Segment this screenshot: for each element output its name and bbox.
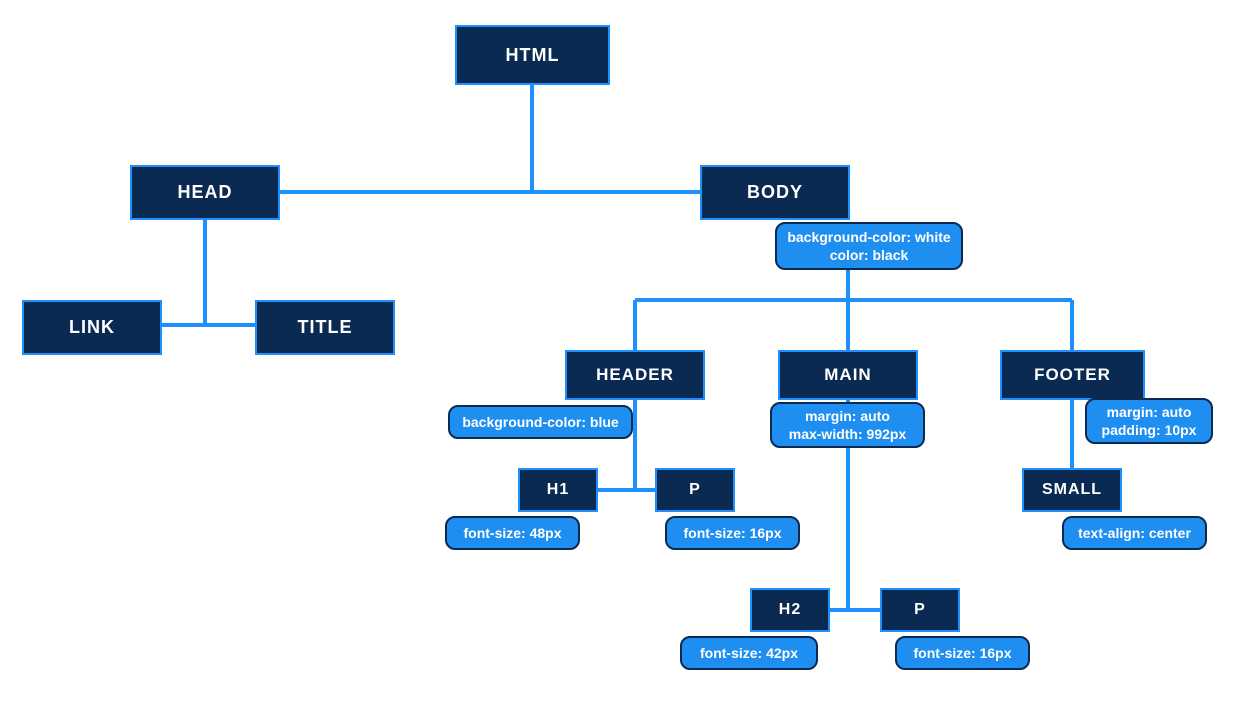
node-footer: FOOTER bbox=[1000, 350, 1145, 400]
node-body: BODY bbox=[700, 165, 850, 220]
style-text: background-color: white color: black bbox=[787, 228, 950, 264]
node-label: SMALL bbox=[1042, 481, 1102, 499]
style-text: margin: auto padding: 10px bbox=[1102, 403, 1197, 439]
node-label: FOOTER bbox=[1034, 365, 1111, 385]
diagram-stage: HTML HEAD BODY background-color: white c… bbox=[0, 0, 1242, 705]
style-main: margin: auto max-width: 992px bbox=[770, 402, 925, 448]
style-text: margin: auto max-width: 992px bbox=[789, 407, 906, 443]
node-label: P bbox=[914, 601, 926, 619]
node-label: P bbox=[689, 481, 701, 499]
style-small: text-align: center bbox=[1062, 516, 1207, 550]
node-small: SMALL bbox=[1022, 468, 1122, 512]
node-label: HEADER bbox=[596, 365, 674, 385]
style-text: font-size: 16px bbox=[913, 644, 1011, 662]
node-link: LINK bbox=[22, 300, 162, 355]
style-footer: margin: auto padding: 10px bbox=[1085, 398, 1213, 444]
style-text: font-size: 16px bbox=[683, 524, 781, 542]
node-p-main: P bbox=[880, 588, 960, 632]
node-label: MAIN bbox=[824, 365, 871, 385]
node-label: TITLE bbox=[298, 317, 353, 338]
style-h1: font-size: 48px bbox=[445, 516, 580, 550]
style-text: background-color: blue bbox=[462, 413, 618, 431]
node-main: MAIN bbox=[778, 350, 918, 400]
style-body: background-color: white color: black bbox=[775, 222, 963, 270]
style-text: font-size: 42px bbox=[700, 644, 798, 662]
node-html: HTML bbox=[455, 25, 610, 85]
style-p-main: font-size: 16px bbox=[895, 636, 1030, 670]
style-text: text-align: center bbox=[1078, 524, 1191, 542]
node-header: HEADER bbox=[565, 350, 705, 400]
node-head: HEAD bbox=[130, 165, 280, 220]
style-p-header: font-size: 16px bbox=[665, 516, 800, 550]
node-label: LINK bbox=[69, 317, 115, 338]
node-label: HTML bbox=[506, 45, 560, 66]
node-label: H1 bbox=[547, 481, 569, 499]
node-h2: H2 bbox=[750, 588, 830, 632]
style-header: background-color: blue bbox=[448, 405, 633, 439]
node-p-header: P bbox=[655, 468, 735, 512]
style-h2: font-size: 42px bbox=[680, 636, 818, 670]
style-text: font-size: 48px bbox=[463, 524, 561, 542]
node-title: TITLE bbox=[255, 300, 395, 355]
node-label: BODY bbox=[747, 182, 803, 203]
node-label: H2 bbox=[779, 601, 801, 619]
node-h1: H1 bbox=[518, 468, 598, 512]
node-label: HEAD bbox=[177, 182, 232, 203]
